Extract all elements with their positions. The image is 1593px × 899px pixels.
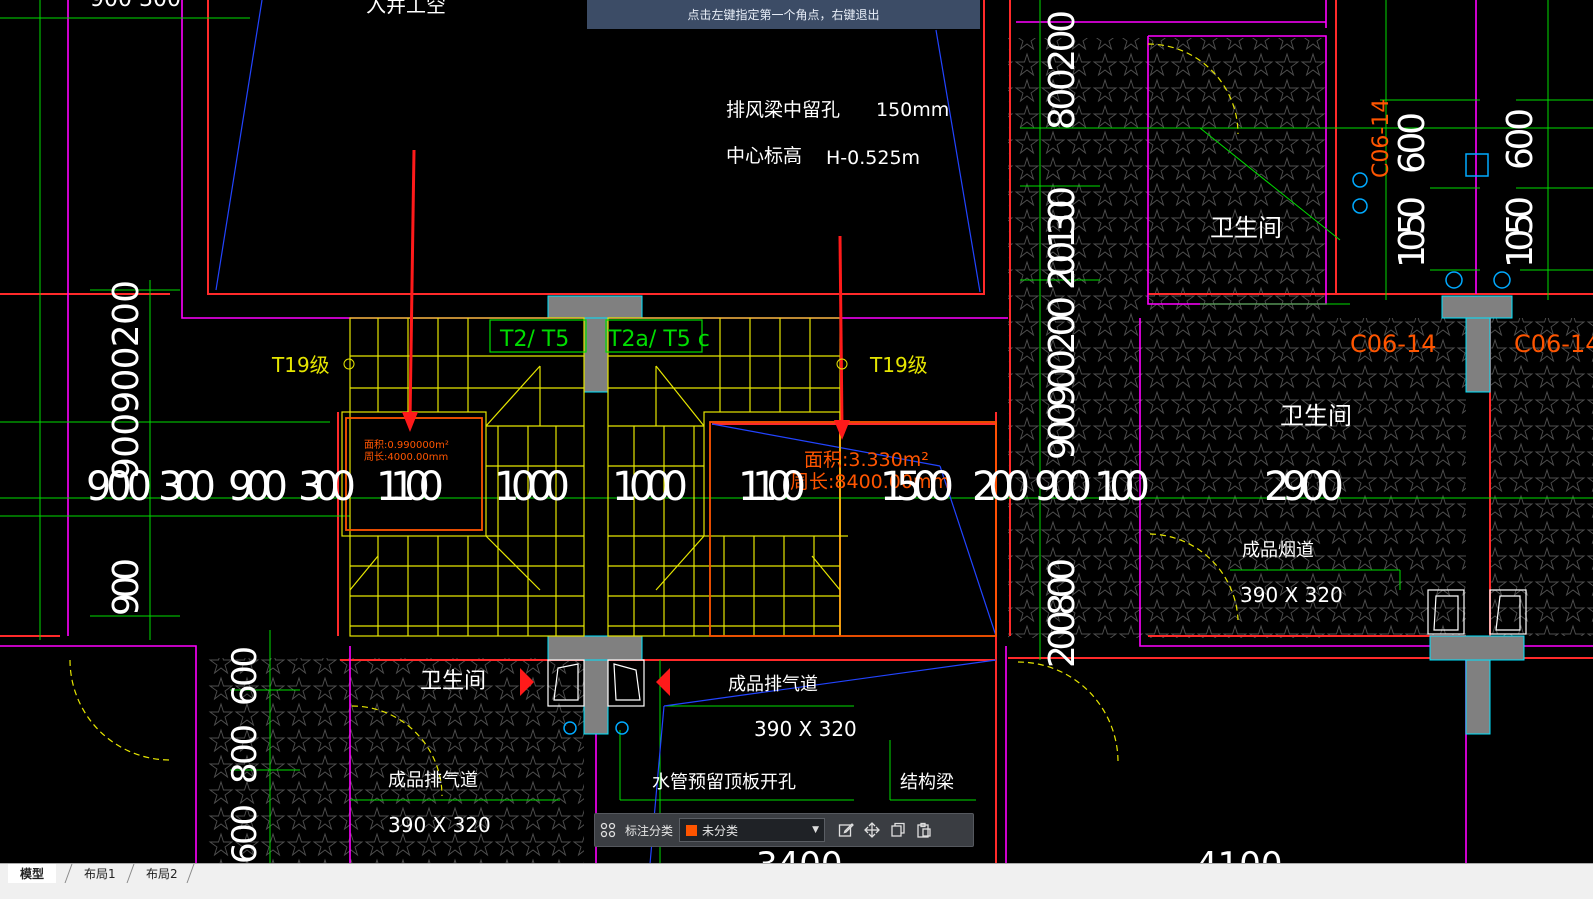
vdim-right-mid2: 900900200 bbox=[1042, 296, 1083, 460]
vdim-right-top: 800200 bbox=[1042, 10, 1083, 130]
vent-hole-size: 150mm bbox=[876, 99, 949, 121]
well-label: 入井工空 bbox=[366, 0, 446, 17]
category-swatch bbox=[686, 824, 698, 836]
vdim-far-right-600: 600 bbox=[1392, 112, 1433, 174]
room-bathroom-top-right: 卫生间 bbox=[1210, 214, 1282, 242]
category-label: 标注分类 bbox=[625, 823, 674, 838]
paste-icon[interactable] bbox=[911, 817, 937, 843]
measure-left-area: 面积:0.990000m² bbox=[364, 439, 449, 451]
category-selected-value: 未分类 bbox=[702, 823, 739, 838]
dim-300-b: 300 bbox=[298, 464, 356, 510]
vdim-far-right2-600: 600 bbox=[1500, 108, 1541, 170]
pipe-hole-label: 水管预留顶板开孔 bbox=[652, 772, 796, 793]
vdim-bottom-left-600: 600 bbox=[225, 646, 265, 706]
vdim-left-column: 900900200 bbox=[106, 280, 147, 480]
tab-layout2-label: 布局2 bbox=[146, 867, 178, 881]
room-bathroom-right: 卫生间 bbox=[1280, 402, 1352, 430]
dim-1000-b: 1000 bbox=[612, 464, 688, 510]
center-elev-label: 中心标高 bbox=[726, 145, 802, 167]
exhaust-label-1: 成品排气道 bbox=[728, 674, 818, 695]
command-prompt: 点击左键指定第一个角点，右键退出 bbox=[587, 0, 980, 29]
window-code-2: C06-14 bbox=[1350, 330, 1437, 358]
dim-300-a: 300 bbox=[158, 464, 216, 510]
layout-tab-bar: 模型 布局1 布局2 bbox=[0, 863, 1593, 899]
annotation-toolbar: 标注分类 未分类 ▼ bbox=[594, 813, 974, 847]
vdim-right-mid: 200 1300 bbox=[1042, 186, 1083, 290]
stair-marker-left bbox=[343, 358, 355, 370]
tab-layout1[interactable]: 布局1 bbox=[72, 864, 128, 883]
tab-layout1-label: 布局1 bbox=[84, 867, 116, 881]
vdim-left-900: 900 bbox=[106, 558, 147, 616]
triangle-marker-right-icon bbox=[656, 668, 670, 696]
vdim-far-right2-1050: 1050 bbox=[1500, 196, 1541, 268]
arrow-right-icon bbox=[834, 235, 850, 440]
exhaust-size-1: 390 X 320 bbox=[754, 717, 857, 741]
vdim-right-bottom: 200800 bbox=[1042, 558, 1083, 668]
measure-left-perimeter: 周长:4000.00mm bbox=[364, 451, 448, 463]
edit-icon[interactable] bbox=[833, 817, 859, 843]
dim-1500: 1500 bbox=[880, 464, 954, 510]
dim-1100-a: 1100 bbox=[376, 464, 444, 510]
dim-1100-b: 1100 bbox=[738, 464, 806, 510]
stair-tag-left: T2/ T5 bbox=[499, 327, 569, 352]
center-elev-value: H-0.525m bbox=[826, 147, 920, 169]
exhaust-size-2: 390 X 320 bbox=[388, 813, 491, 837]
cad-drawing-canvas[interactable]: 入井工空 900 300 排风梁中留孔 150mm 中心标高 H-0.525m … bbox=[0, 0, 1593, 878]
vent-hole-label: 排风梁中留孔 bbox=[726, 99, 840, 121]
grid-icon[interactable] bbox=[595, 817, 621, 843]
stair-tag-right: T2a/ T5 c bbox=[607, 327, 710, 352]
arrow-left-icon bbox=[402, 149, 418, 432]
flue-label: 成品烟道 bbox=[1242, 540, 1314, 561]
dim-200: 200 bbox=[972, 464, 1030, 510]
move-icon[interactable] bbox=[859, 817, 885, 843]
stair-left-label: T19级 bbox=[271, 353, 330, 377]
dim-100: 100 bbox=[1094, 464, 1150, 510]
window-code-1: C06-14 bbox=[1369, 99, 1394, 178]
vdim-far-right-1050: 1050 bbox=[1392, 196, 1433, 268]
window-code-3: C06-14 bbox=[1514, 330, 1593, 358]
tab-layout2[interactable]: 布局2 bbox=[134, 864, 190, 883]
exhaust-label-2: 成品排气道 bbox=[388, 770, 478, 791]
dim-2900: 2900 bbox=[1264, 464, 1344, 510]
hatch-zone-far-right bbox=[1490, 318, 1593, 636]
tab-model[interactable]: 模型 bbox=[8, 864, 57, 883]
vdim-bottom-left-600b: 600 bbox=[225, 804, 265, 864]
command-prompt-text: 点击左键指定第一个角点，右键退出 bbox=[687, 8, 880, 22]
dim-900-c: 900 bbox=[1034, 464, 1092, 510]
struct-beam-label: 结构梁 bbox=[900, 772, 954, 793]
stair-right-label: T19级 bbox=[869, 353, 928, 377]
room-bathroom-bottom: 卫生间 bbox=[420, 669, 486, 694]
chevron-down-icon: ▼ bbox=[812, 825, 820, 835]
tab-model-label: 模型 bbox=[20, 867, 45, 881]
dim-1000-a: 1000 bbox=[494, 464, 570, 510]
flue-size: 390 X 320 bbox=[1240, 583, 1343, 607]
copy-icon[interactable] bbox=[885, 817, 911, 843]
category-select[interactable]: 未分类 ▼ bbox=[679, 818, 826, 842]
dim-top-left: 900 300 bbox=[90, 0, 181, 12]
vdim-bottom-left-800: 800 bbox=[225, 724, 265, 784]
dim-900-b: 900 bbox=[228, 464, 288, 510]
